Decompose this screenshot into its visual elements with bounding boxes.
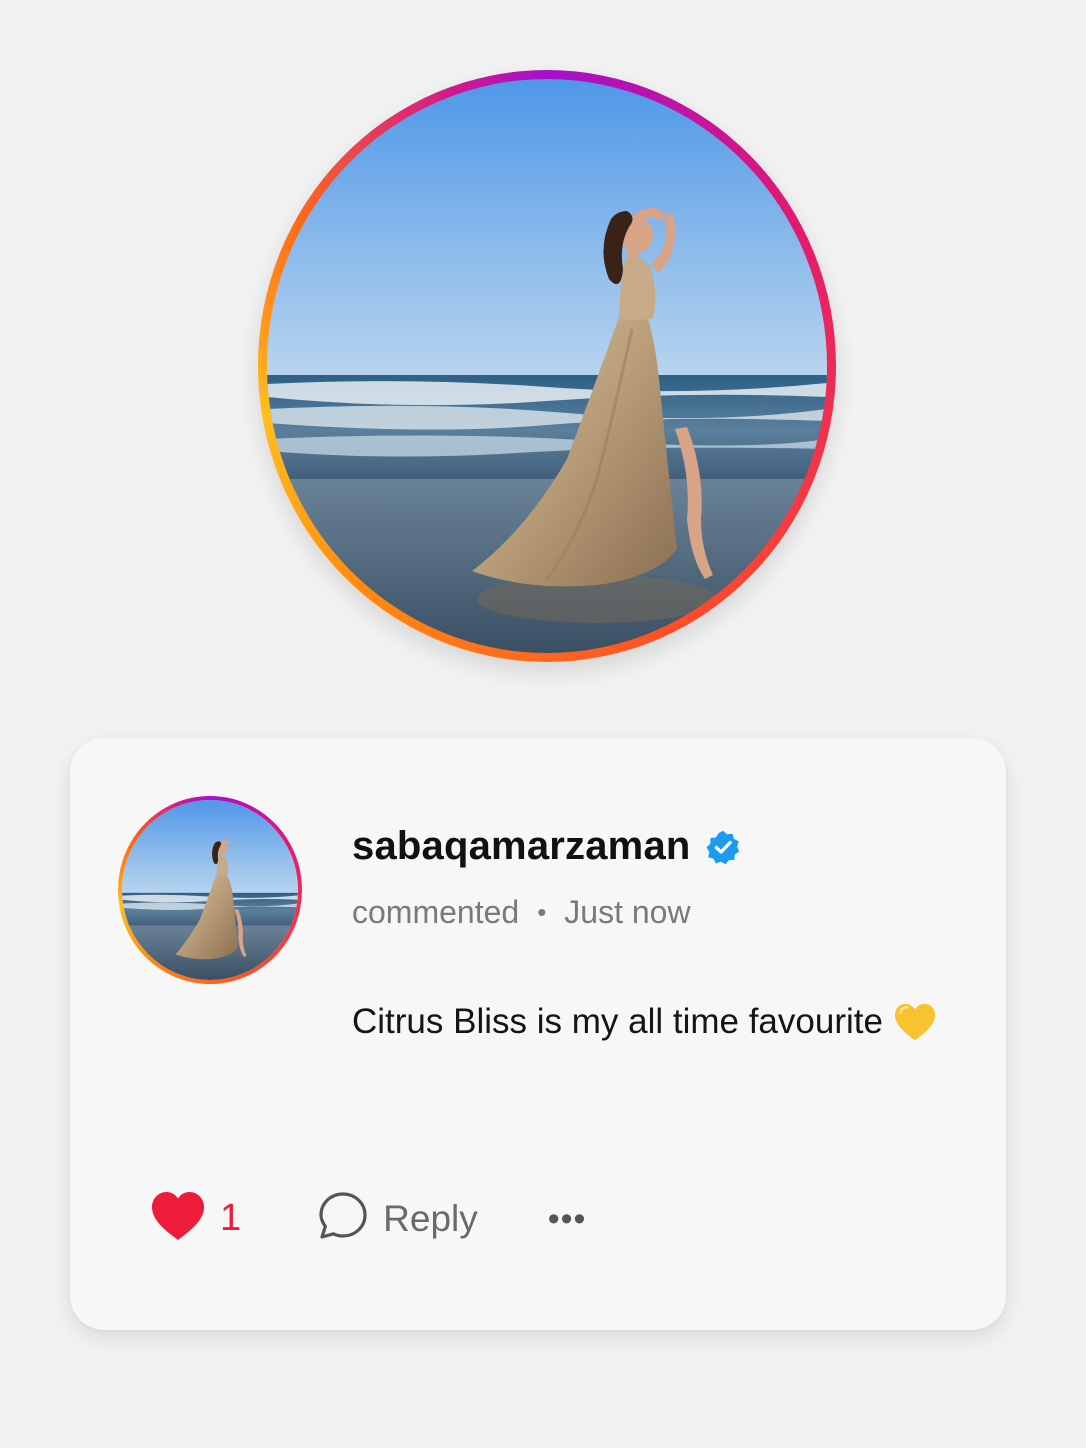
like-count: 1 bbox=[220, 1197, 242, 1239]
reply-button[interactable]: Reply bbox=[317, 1190, 478, 1247]
like-button[interactable]: 1 bbox=[150, 1190, 241, 1247]
yellow-heart-icon bbox=[893, 1002, 937, 1042]
comment-meta: commented • Just now bbox=[352, 894, 691, 931]
username[interactable]: sabaqamarzaman bbox=[352, 824, 691, 869]
comment-body: Citrus Bliss is my all time favourite bbox=[352, 1002, 937, 1042]
commenter-avatar bbox=[122, 800, 298, 980]
reply-label: Reply bbox=[383, 1197, 478, 1239]
meta-separator: • bbox=[537, 897, 547, 927]
story-avatar-photo bbox=[267, 79, 827, 653]
comment-actions: 1 Reply ••• bbox=[150, 1190, 586, 1247]
beach-photo-thumb bbox=[122, 800, 298, 980]
story-avatar-ring[interactable] bbox=[258, 70, 836, 662]
heart-filled-icon[interactable] bbox=[150, 1190, 206, 1247]
commenter-avatar-ring[interactable] bbox=[118, 796, 302, 984]
page: sabaqamarzaman commented • Just now Citr… bbox=[0, 0, 1086, 1448]
more-options-button[interactable]: ••• bbox=[548, 1202, 587, 1236]
action-text: commented bbox=[352, 894, 520, 930]
more-horizontal-icon[interactable]: ••• bbox=[548, 1202, 587, 1236]
comment-text: Citrus Bliss is my all time favourite bbox=[352, 1002, 883, 1041]
timestamp: Just now bbox=[564, 894, 691, 930]
username-row: sabaqamarzaman bbox=[352, 824, 741, 869]
beach-photo bbox=[267, 79, 827, 653]
speech-bubble-icon[interactable] bbox=[317, 1190, 369, 1247]
verified-badge-icon bbox=[705, 829, 741, 865]
comment-card: sabaqamarzaman commented • Just now Citr… bbox=[70, 738, 1006, 1330]
